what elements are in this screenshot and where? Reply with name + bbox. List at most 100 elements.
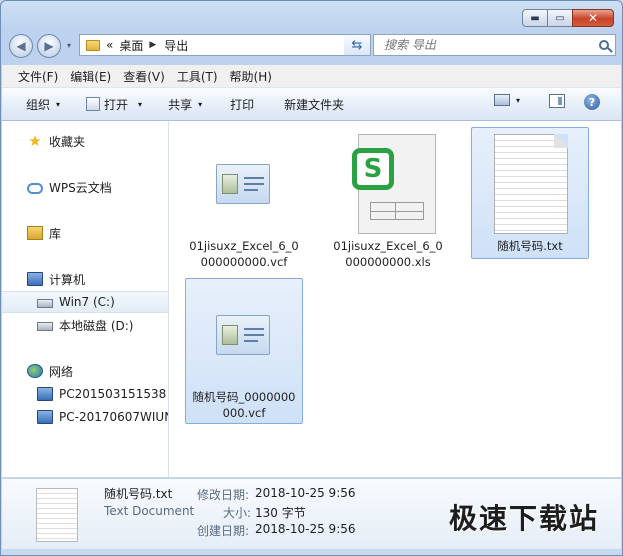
- print-button[interactable]: 打印: [224, 92, 260, 116]
- forward-button[interactable]: ▶: [37, 34, 61, 58]
- new-folder-button[interactable]: 新建文件夹: [278, 92, 350, 116]
- chevron-down-icon: ▾: [516, 95, 521, 105]
- recent-pages-dropdown[interactable]: ▾: [67, 41, 71, 50]
- text-document-icon: [494, 134, 568, 234]
- file-item[interactable]: 随机号码.txt: [471, 127, 589, 259]
- forward-icon: ▶: [44, 39, 54, 53]
- open-icon: [86, 97, 101, 111]
- sidebar-item-label: 计算机: [49, 272, 86, 287]
- file-name: 01jisuxz_Excel_6_0000000000.xls: [333, 239, 443, 269]
- drive-icon: [37, 299, 53, 308]
- contact-card-icon: [216, 164, 270, 204]
- view-icon: [494, 94, 510, 106]
- maximize-button[interactable]: ▭: [547, 9, 573, 27]
- breadcrumb-desktop[interactable]: 桌面: [119, 37, 143, 54]
- caption-buttons: ▬ ▭ ✕: [522, 9, 614, 27]
- chevron-down-icon: ▾: [198, 99, 203, 109]
- help-icon: ?: [584, 94, 600, 110]
- share-label: 共享: [168, 97, 193, 112]
- details-filetype: Text Document: [104, 504, 195, 518]
- navigation-pane: ★ 收藏夹 WPS云文档 库 计算机 Win7 (C:) 本地磁盘 (D:) 网…: [2, 121, 169, 477]
- menu-view[interactable]: 查看(V): [123, 68, 165, 85]
- refresh-button[interactable]: ⇆: [344, 34, 371, 56]
- drive-icon: [37, 322, 53, 331]
- command-bar: 组织 ▾ 打开 ▾ 共享 ▾ 打印 新建文件夹 ▾ ?: [2, 88, 621, 121]
- details-size-value: 130 字节: [255, 506, 306, 520]
- menu-file[interactable]: 文件(F): [18, 68, 58, 85]
- sidebar-item-network-pc-2[interactable]: PC-20170607WIUN: [2, 406, 169, 428]
- search-box[interactable]: [373, 34, 616, 56]
- sidebar-item-label: 网络: [49, 364, 74, 379]
- cloud-icon: [27, 182, 43, 194]
- file-name: 随机号码.txt: [497, 239, 563, 253]
- sidebar-item-label: WPS云文档: [49, 180, 112, 195]
- close-button[interactable]: ✕: [572, 9, 614, 27]
- sidebar-item-label: 收藏夹: [49, 134, 86, 149]
- computer-icon: [37, 387, 53, 401]
- sidebar-item-label: PC201503151538: [59, 387, 167, 401]
- change-view-button[interactable]: ▾: [494, 94, 520, 106]
- share-button[interactable]: 共享 ▾: [162, 92, 208, 116]
- open-label: 打开: [104, 97, 129, 112]
- file-item[interactable]: S 01jisuxz_Excel_6_0000000000.xls: [329, 127, 447, 273]
- search-input[interactable]: [382, 37, 586, 53]
- breadcrumb-export[interactable]: 导出: [164, 37, 188, 54]
- details-pane: 随机号码.txt Text Document 修改日期: 2018-10-25 …: [2, 478, 621, 549]
- spreadsheet-icon: S: [352, 134, 436, 234]
- explorer-window: ▬ ▭ ✕ ◀ ▶ ▾ « 桌面 ▶ 导出 ▾ ⇆ 文件(F) 编辑(E) 查看…: [0, 0, 623, 556]
- text-document-icon: [36, 488, 78, 542]
- wps-logo-icon: S: [352, 148, 394, 190]
- organize-button[interactable]: 组织 ▾: [20, 92, 66, 116]
- preview-pane-icon: [549, 94, 565, 108]
- minimize-button[interactable]: ▬: [522, 9, 548, 27]
- details-filename: 随机号码.txt: [104, 487, 173, 501]
- sidebar-item-drive-c[interactable]: Win7 (C:): [2, 291, 168, 313]
- folder-icon: [86, 39, 100, 51]
- sidebar-item-label: PC-20170607WIUN: [59, 410, 169, 424]
- navigation-row: ◀ ▶ ▾ « 桌面 ▶ 导出 ▾ ⇆: [9, 33, 616, 59]
- star-icon: ★: [28, 132, 42, 150]
- details-size-label: 大小:: [223, 506, 252, 520]
- print-label: 打印: [230, 97, 255, 112]
- sidebar-item-wps-cloud[interactable]: WPS云文档: [2, 176, 168, 198]
- chevron-down-icon: ▾: [138, 99, 143, 109]
- computer-icon: [37, 410, 53, 424]
- breadcrumb-arrow-icon[interactable]: ▶: [149, 40, 156, 50]
- sidebar-item-network-pc-1[interactable]: PC201503151538: [2, 383, 168, 405]
- open-button[interactable]: 打开 ▾: [80, 92, 148, 116]
- menu-edit[interactable]: 编辑(E): [70, 68, 111, 85]
- preview-pane-button[interactable]: [549, 94, 565, 108]
- menu-help[interactable]: 帮助(H): [230, 68, 272, 85]
- new-folder-label: 新建文件夹: [284, 97, 345, 112]
- sidebar-item-label: 本地磁盘 (D:): [59, 318, 134, 333]
- contact-card-icon: [216, 315, 270, 355]
- back-icon: ◀: [16, 39, 26, 53]
- menu-bar: 文件(F) 编辑(E) 查看(V) 工具(T) 帮助(H): [2, 65, 621, 88]
- file-item[interactable]: 01jisuxz_Excel_6_0000000000.vcf: [185, 127, 303, 273]
- sidebar-item-drive-d[interactable]: 本地磁盘 (D:): [2, 314, 168, 336]
- file-list: 01jisuxz_Excel_6_0000000000.vcf S 01jisu…: [169, 121, 621, 477]
- file-item[interactable]: 随机号码_0000000000.vcf: [185, 278, 303, 424]
- menu-tools[interactable]: 工具(T): [177, 68, 218, 85]
- sidebar-item-favorites[interactable]: ★ 收藏夹: [2, 130, 168, 152]
- address-prefix[interactable]: «: [106, 38, 113, 52]
- file-name: 01jisuxz_Excel_6_0000000000.vcf: [189, 239, 299, 269]
- computer-icon: [27, 272, 43, 286]
- library-icon: [27, 226, 43, 240]
- refresh-icon: ⇆: [351, 37, 363, 53]
- back-button[interactable]: ◀: [9, 34, 33, 58]
- sidebar-item-computer[interactable]: 计算机: [2, 268, 168, 290]
- sidebar-item-network[interactable]: 网络: [2, 360, 168, 382]
- file-name: 随机号码_0000000000.vcf: [192, 390, 296, 420]
- organize-label: 组织: [26, 97, 51, 112]
- details-created-label: 创建日期:: [197, 524, 250, 538]
- sidebar-item-library[interactable]: 库: [2, 222, 168, 244]
- network-icon: [27, 364, 43, 378]
- details-modified-label: 修改日期:: [197, 488, 250, 502]
- site-watermark: 极速下载站: [448, 502, 599, 535]
- details-modified-value: 2018-10-25 9:56: [255, 486, 356, 500]
- sidebar-item-label: Win7 (C:): [59, 295, 115, 309]
- search-icon[interactable]: [599, 40, 609, 50]
- address-bar[interactable]: « 桌面 ▶ 导出 ▾: [79, 34, 371, 56]
- help-button[interactable]: ?: [584, 94, 600, 110]
